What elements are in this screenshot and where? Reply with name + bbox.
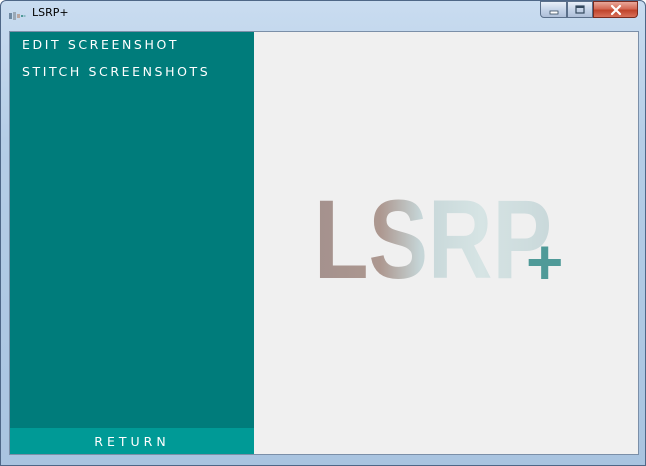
app-icon (9, 7, 27, 20)
app-logo: LSRP + (314, 186, 563, 290)
close-icon (610, 4, 621, 15)
menu-item-edit-screenshot[interactable]: EDIT SCREENSHOT (22, 37, 179, 52)
window-title: LSRP+ (32, 6, 69, 19)
title-bar[interactable]: LSRP+ (1, 1, 645, 27)
logo-text: LSRP (314, 186, 552, 290)
minimize-button[interactable] (540, 1, 567, 18)
menu-item-stitch-screenshots[interactable]: STITCH SCREENSHOTS (22, 64, 210, 79)
close-button[interactable] (593, 1, 638, 18)
maximize-icon (575, 4, 585, 14)
minimize-icon (549, 10, 558, 14)
return-button[interactable]: RETURN (10, 428, 254, 454)
sidebar: EDIT SCREENSHOT STITCH SCREENSHOTS RETUR… (10, 32, 254, 454)
logo-plus: + (526, 226, 563, 290)
maximize-button[interactable] (567, 1, 593, 18)
